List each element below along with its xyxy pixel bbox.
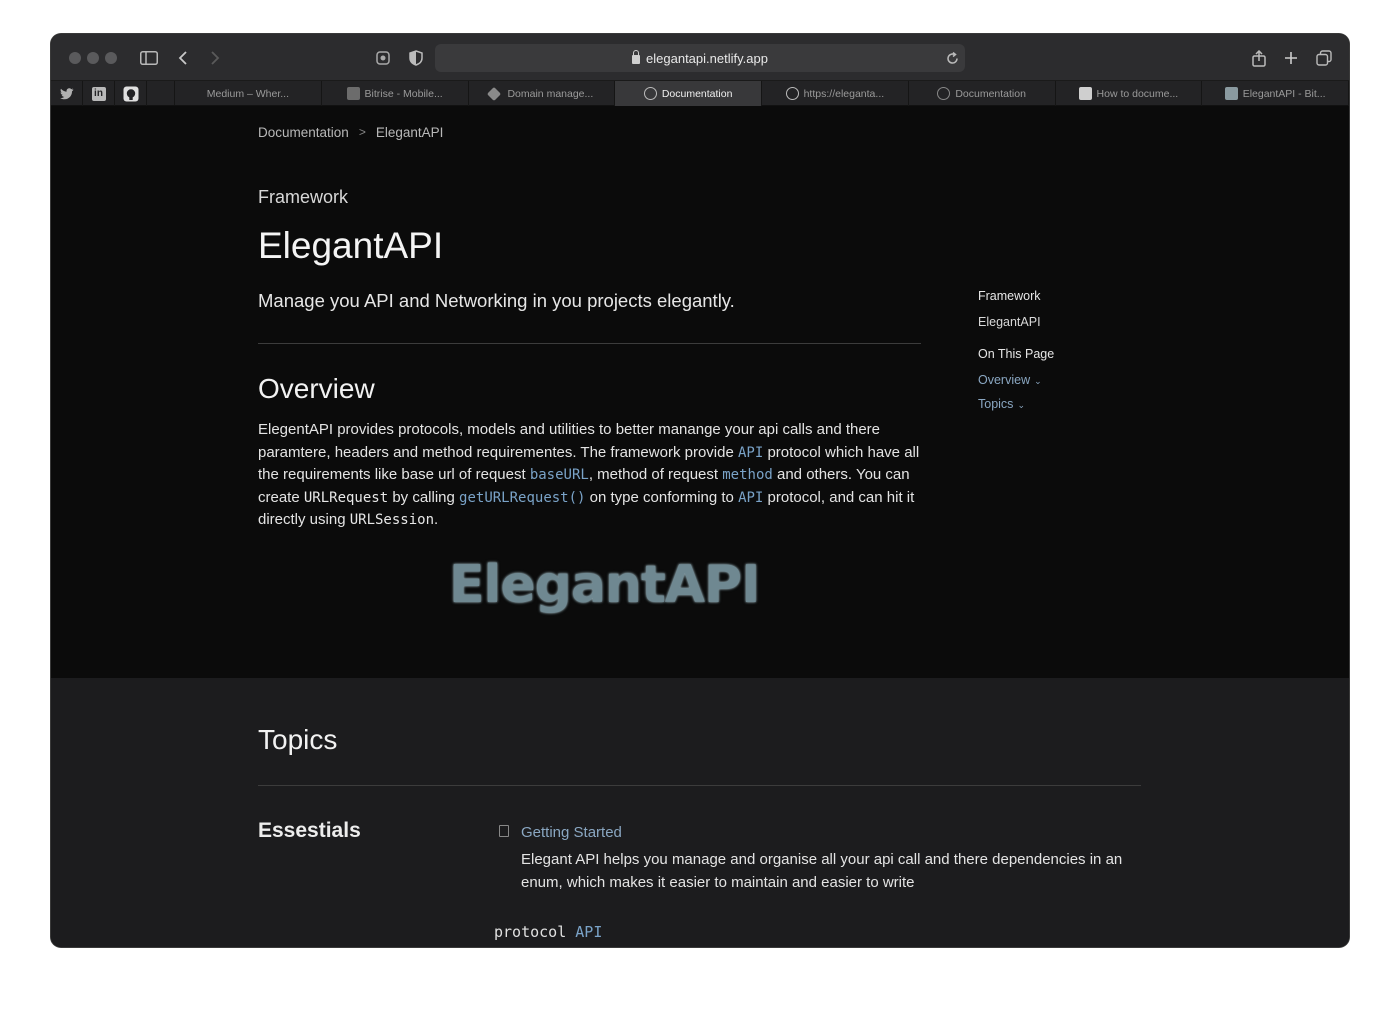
bitbucket-icon	[1224, 87, 1238, 100]
sidebar-framework-name[interactable]: ElegantAPI	[978, 315, 1054, 329]
page-title: ElegantAPI	[258, 225, 444, 266]
tab-label: Medium – Wher...	[206, 87, 290, 100]
protocol-keyword: protocol	[494, 923, 567, 941]
linkedin-icon: in	[91, 86, 106, 101]
breadcrumb-elegantapi[interactable]: ElegantAPI	[376, 125, 444, 140]
sidebar-link-label: Overview	[978, 373, 1031, 387]
compass-icon	[937, 87, 951, 100]
tab-label: How to docume...	[1096, 87, 1179, 100]
tab-label: Bitrise - Mobile...	[364, 87, 443, 100]
getting-started-link[interactable]: Getting Started	[521, 824, 622, 841]
overview-text: on type conforming to	[585, 488, 739, 506]
tab-bar: in Medium – Wher... Bitrise - Mobile... …	[51, 81, 1349, 106]
twitter-icon	[59, 87, 73, 99]
privacy-shield-icon[interactable]	[404, 46, 428, 70]
forward-icon[interactable]	[203, 46, 227, 70]
tab-medium[interactable]: Medium – Wher...	[175, 81, 322, 106]
pinned-tab-twitter[interactable]	[51, 81, 83, 106]
method-link[interactable]: method	[722, 467, 773, 483]
github-icon	[123, 86, 138, 101]
globe-icon	[643, 87, 657, 100]
lock-icon	[632, 49, 641, 64]
protocol-declaration[interactable]: protocol API	[494, 923, 602, 941]
breadcrumb: Documentation > ElegantAPI	[258, 125, 443, 140]
new-tab-icon[interactable]	[1279, 46, 1303, 70]
url-text: elegantapi.netlify.app	[646, 50, 768, 66]
tab-label: https://eleganta...	[803, 87, 885, 100]
divider	[258, 343, 921, 344]
tab-documentation[interactable]: Documentation	[909, 81, 1056, 106]
baseurl-link[interactable]: baseURL	[530, 467, 589, 483]
tab-elegantapi-url[interactable]: https://eleganta...	[762, 81, 909, 106]
urlrequest-code: URLRequest	[303, 489, 389, 506]
page-eyebrow: Framework	[258, 187, 349, 207]
breadcrumb-separator: >	[358, 125, 366, 139]
tab-label: Documentation	[955, 87, 1026, 100]
bitrise-icon	[346, 87, 360, 100]
browser-toolbar: elegantapi.netlify.app	[51, 34, 1349, 81]
breadcrumb-documentation[interactable]: Documentation	[258, 125, 349, 140]
overview-text: .	[434, 511, 439, 529]
topic-group-title: Essestials	[258, 819, 361, 842]
tab-how-to-document[interactable]: How to docume...	[1056, 81, 1203, 106]
zoom-window-button[interactable]	[105, 52, 117, 64]
overview-text: by calling	[388, 488, 460, 506]
minimize-window-button[interactable]	[87, 52, 99, 64]
overview-heading: Overview	[258, 373, 375, 404]
tab-label: Documentation	[661, 87, 733, 100]
api-protocol-link[interactable]: API	[738, 445, 763, 461]
on-this-page-heading: On This Page	[978, 347, 1055, 361]
divider	[258, 785, 1141, 786]
on-this-page-sidebar: Framework ElegantAPI On This Page Overvi…	[978, 289, 1054, 419]
pinned-tab-github[interactable]	[115, 81, 147, 106]
chevron-down-icon: ⌄	[1034, 376, 1042, 386]
tab-domain-management[interactable]: Domain manage...	[469, 81, 616, 106]
tab-elegantapi-bitbucket[interactable]: ElegantAPI - Bit...	[1202, 81, 1349, 106]
tab-overview-icon[interactable]	[1312, 46, 1336, 70]
getting-started-description: Elegant API helps you manage and organis…	[521, 851, 1123, 891]
tab-label: Domain manage...	[507, 87, 594, 100]
sidebar-link-overview[interactable]: Overview ⌄	[978, 373, 1054, 387]
tab-documentation-active[interactable]: Documentation	[615, 81, 762, 106]
swift-icon	[1078, 87, 1092, 100]
netlify-icon	[487, 86, 502, 101]
api-protocol-link[interactable]: API	[738, 490, 763, 506]
extension-icon[interactable]	[371, 46, 395, 70]
pinned-tab-linkedin[interactable]: in	[83, 81, 115, 106]
share-icon[interactable]	[1247, 46, 1271, 70]
reload-icon[interactable]	[940, 46, 964, 70]
protocol-name-link[interactable]: API	[575, 923, 602, 941]
globe-icon	[785, 87, 799, 100]
urlsession-code: URLSession	[349, 512, 435, 529]
documentation-page: Documentation > ElegantAPI Framework Ele…	[51, 107, 1349, 678]
overview-text: , method of request	[588, 466, 723, 484]
overview-paragraph: ElegentAPI provides protocols, models an…	[258, 419, 926, 532]
topics-section: Topics Essestials Getting Started Elegan…	[51, 678, 1349, 947]
tab-bitrise[interactable]: Bitrise - Mobile...	[322, 81, 469, 106]
back-icon[interactable]	[171, 46, 195, 70]
tab-label: ElegantAPI - Bit...	[1242, 87, 1326, 100]
geturlrequest-link[interactable]: getURLRequest()	[459, 490, 585, 506]
sidebar-link-topics[interactable]: Topics ⌄	[978, 397, 1054, 411]
document-icon	[499, 825, 509, 837]
address-bar[interactable]: elegantapi.netlify.app	[435, 44, 965, 72]
sidebar-toggle-icon[interactable]	[137, 46, 161, 70]
elegantapi-logo: ElegantAPI	[449, 555, 761, 615]
sidebar-framework-label: Framework	[978, 289, 1041, 303]
close-window-button[interactable]	[69, 52, 81, 64]
tab-separator	[147, 81, 175, 105]
sidebar-link-label: Topics	[978, 397, 1014, 411]
topics-heading: Topics	[258, 724, 338, 755]
page-abstract: Manage you API and Networking in you pro…	[258, 290, 735, 311]
chevron-down-icon: ⌄	[1017, 400, 1025, 410]
browser-window: elegantapi.netlify.app in Medium – Wher.…	[51, 34, 1349, 947]
